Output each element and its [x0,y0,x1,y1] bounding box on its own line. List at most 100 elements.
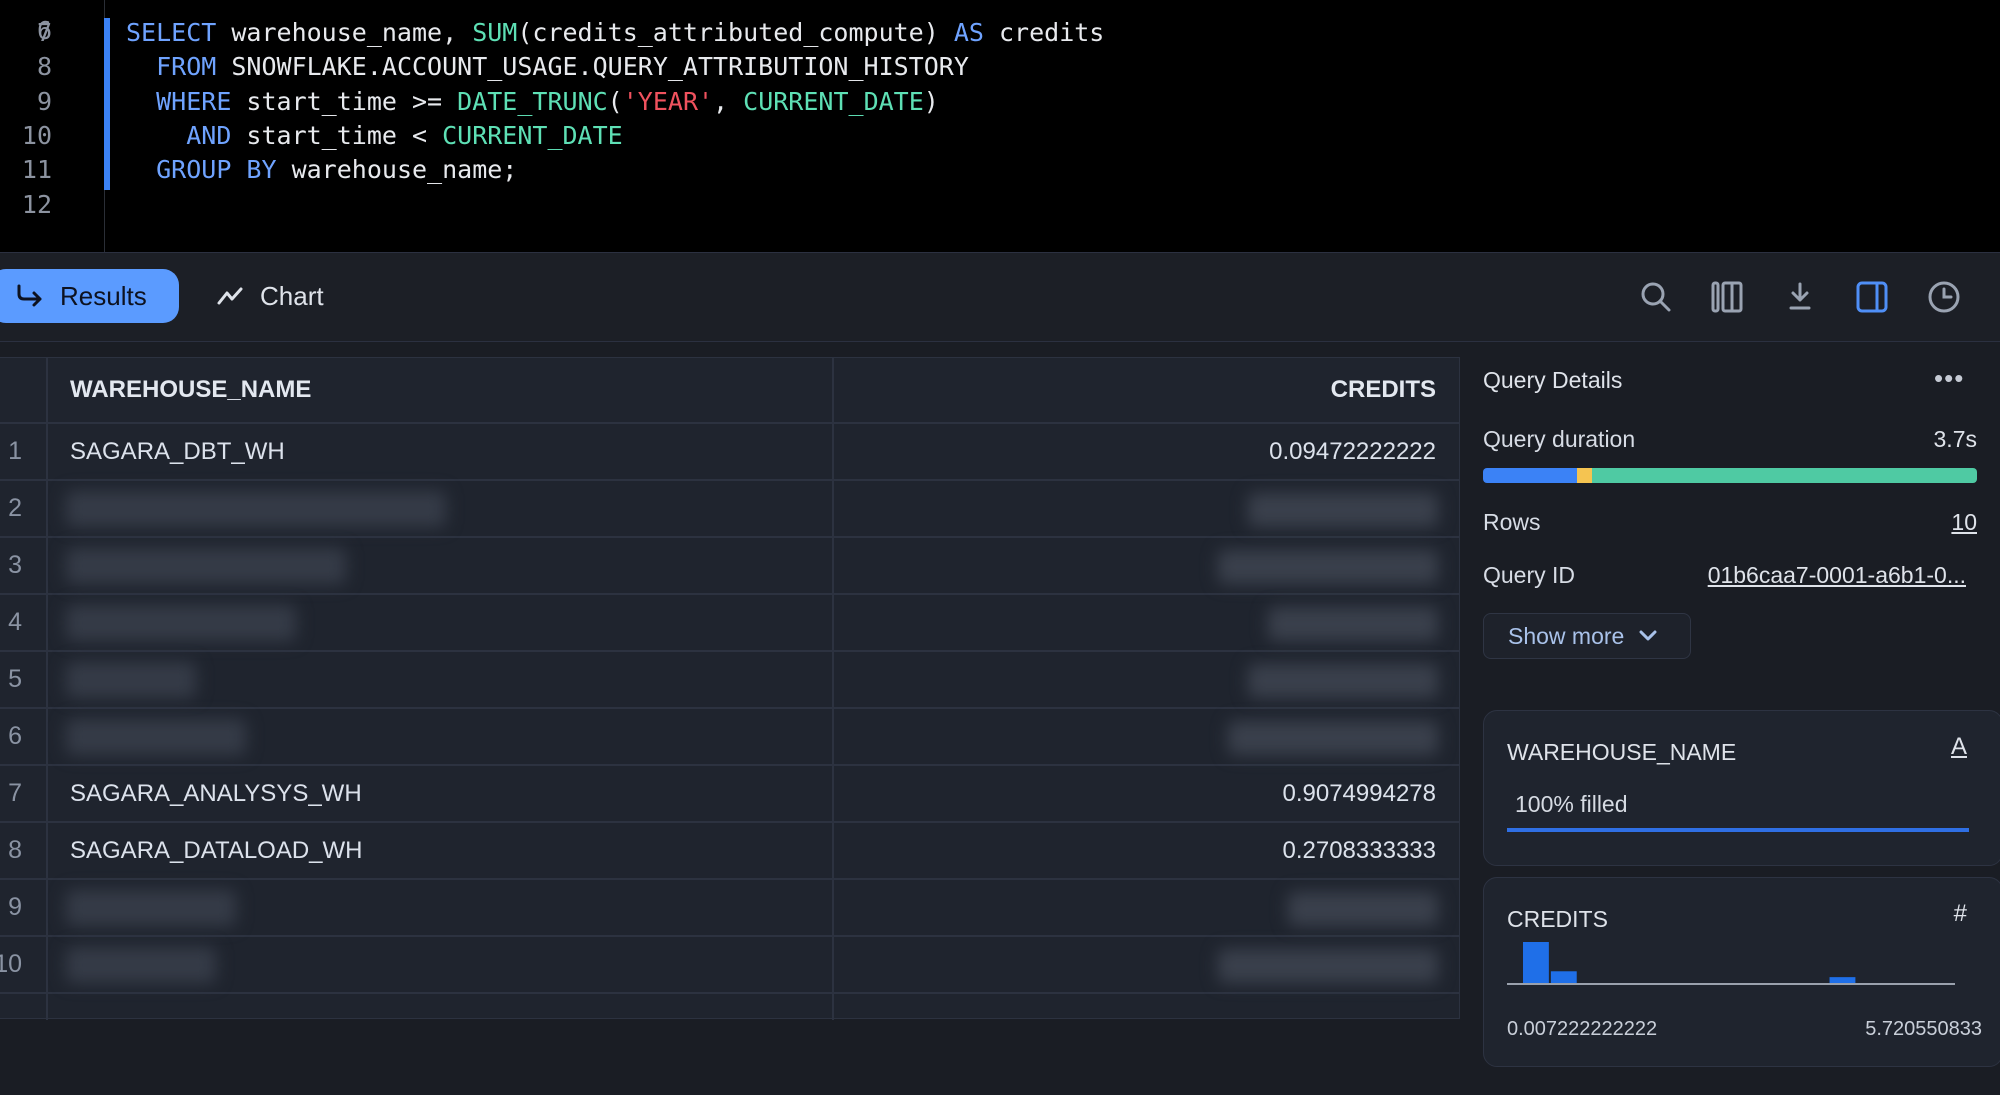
code-token: SNOWFLAKE.ACCOUNT_USAGE.QUERY_ATTRIBUTIO… [216,52,969,82]
table-row[interactable]: 9 [0,880,1460,937]
histogram-max-label: 5.720550833 [1865,1018,1982,1040]
code-token-kw: WHERE [156,86,232,116]
duration-segment-queued [1576,468,1592,483]
split-panel-icon[interactable] [1854,279,1890,315]
column-card-warehouse-name[interactable]: WAREHOUSE_NAME A 100% filled [1483,710,2000,866]
histogram-bar[interactable] [1829,977,1856,983]
show-more-button[interactable]: Show more [1483,613,1691,659]
results-tabbar: Results Chart [0,252,2000,342]
code-text: SELECT warehouse_name, SUM(credits_attri… [126,16,1104,50]
fill-percentage-text: 100% filled [1515,791,1628,817]
redacted-name [66,662,196,698]
name-cell [48,994,834,1020]
query-duration-bar[interactable] [1483,468,1977,483]
code-line: 12 [0,188,2000,222]
line-number: 11 [21,155,52,185]
code-text: GROUP BY warehouse_name; [126,153,517,187]
row-number-header [0,358,48,422]
query-id-link[interactable]: 01b6caa7-0001-a6b1-0... [1708,562,1966,589]
table-row[interactable]: 2 [0,481,1460,538]
download-icon[interactable] [1782,279,1818,315]
fill-bar-progress [1507,828,1969,832]
query-details-title: Query Details [1483,367,1623,393]
redacted-credits [1228,721,1438,755]
code-line: 6 [0,0,2000,45]
grid-filler-row [0,994,1460,1020]
code-token-kw: AS [953,18,984,47]
tab-chart[interactable]: Chart [216,269,324,323]
code-line: 9 WHERE start_time >= DATE_TRUNC('YEAR',… [0,85,2000,119]
table-row[interactable]: 5 [0,652,1460,709]
code-text: WHERE start_time >= DATE_TRUNC('YEAR', C… [126,85,939,119]
redacted-name [66,890,236,926]
redacted-name [66,548,346,584]
row-number-cell: 6 [0,709,48,764]
column-card-credits[interactable]: CREDITS # 0.007222222222 5.720550833 [1483,877,2000,1067]
code-token: ) [923,86,939,116]
table-row[interactable]: 7 SAGARA_ANALYSYS_WH 0.9074994278 [0,766,1460,823]
warehouse-name-cell[interactable]: SAGARA_DBT_WH [48,424,834,479]
credits-cell[interactable]: 0.9074994278 [834,766,1460,821]
code-token-str: 'YEAR' [622,86,714,116]
credits-cell[interactable]: 0.09472222222 [834,424,1460,479]
row-number-cell: 1 [0,424,48,479]
code-token: (credits_attributed_compute) [517,18,954,47]
query-details-panel: Query Details ••• Query duration 3.7s Ro… [1460,357,2000,1095]
rows-value-link[interactable]: 10 [1951,509,1977,536]
code-token: start_time >= [231,86,458,116]
code-token: warehouse_name, [216,18,473,47]
row-number-cell: 4 [0,595,48,650]
more-options-icon[interactable]: ••• [1934,363,1964,394]
code-line: 8 FROM SNOWFLAKE.ACCOUNT_USAGE.QUERY_ATT… [0,50,2000,84]
line-number: 9 [36,86,52,116]
search-icon[interactable] [1638,279,1674,315]
warehouse-name-cell[interactable]: SAGARA_DATALOAD_WH [48,823,834,878]
table-row[interactable]: 4 [0,595,1460,652]
tab-results[interactable]: Results [0,269,179,323]
code-line: 7 SELECT warehouse_name, SUM(credits_attr… [0,16,2000,50]
duration-segment-execution [1591,468,1977,483]
query-id-label: Query ID [1483,562,1576,588]
row-number-cell: 7 [0,766,48,821]
redacted-credits [1248,664,1438,698]
query-duration-value: 3.7s [1933,426,1977,452]
table-row[interactable]: 6 [0,709,1460,766]
histogram-min-label: 0.007222222222 [1507,1018,1658,1040]
code-token-kw: SELECT [126,18,217,47]
warehouse-name-cell[interactable]: SAGARA_ANALYSYS_WH [48,766,834,821]
credits-histogram[interactable] [1507,938,1955,990]
results-grid[interactable]: WAREHOUSE_NAME CREDITS 1 SAGARA_DBT_WH 0.0… [0,357,1460,1020]
histogram-bar[interactable] [1550,971,1577,983]
code-token-fn: CURRENT_DATE [442,120,623,150]
line-number: 8 [36,52,52,82]
tab-results-label: Results [60,280,147,311]
show-more-label: Show more [1508,622,1625,649]
tab-chart-label: Chart [260,280,324,311]
row-number-cell [0,994,48,1020]
row-number-cell: 2 [0,481,48,536]
history-icon[interactable] [1926,279,1962,315]
columns-icon[interactable] [1710,279,1746,315]
row-number-cell: 3 [0,538,48,593]
text-type-icon: A [1950,733,1967,760]
table-row[interactable]: 10 [0,937,1460,994]
query-duration-label: Query duration [1483,426,1636,452]
code-token-kw: FROM [156,52,217,82]
table-row[interactable]: 8 SAGARA_DATALOAD_WH 0.2708333333 [0,823,1460,880]
code-line: 11 GROUP BY warehouse_name; [0,153,2000,187]
column-header-warehouse-name[interactable]: WAREHOUSE_NAME [48,358,834,422]
table-row[interactable]: 3 [0,538,1460,595]
rows-label: Rows [1483,509,1541,535]
histogram-bar[interactable] [1523,942,1549,983]
number-type-icon: # [1953,900,1967,927]
table-row[interactable]: 1 SAGARA_DBT_WH 0.09472222222 [0,424,1460,481]
credits-cell[interactable]: 0.2708333333 [834,823,1460,878]
redacted-credits [1248,493,1438,527]
column-header-credits[interactable]: CREDITS [834,358,1460,422]
code-token-fn: CURRENT_DATE [743,86,924,116]
line-number: 10 [21,120,52,150]
line-chart-icon [217,287,243,305]
sql-editor[interactable]: 6 7 SELECT warehouse_name, SUM(credits_at… [0,0,2000,252]
